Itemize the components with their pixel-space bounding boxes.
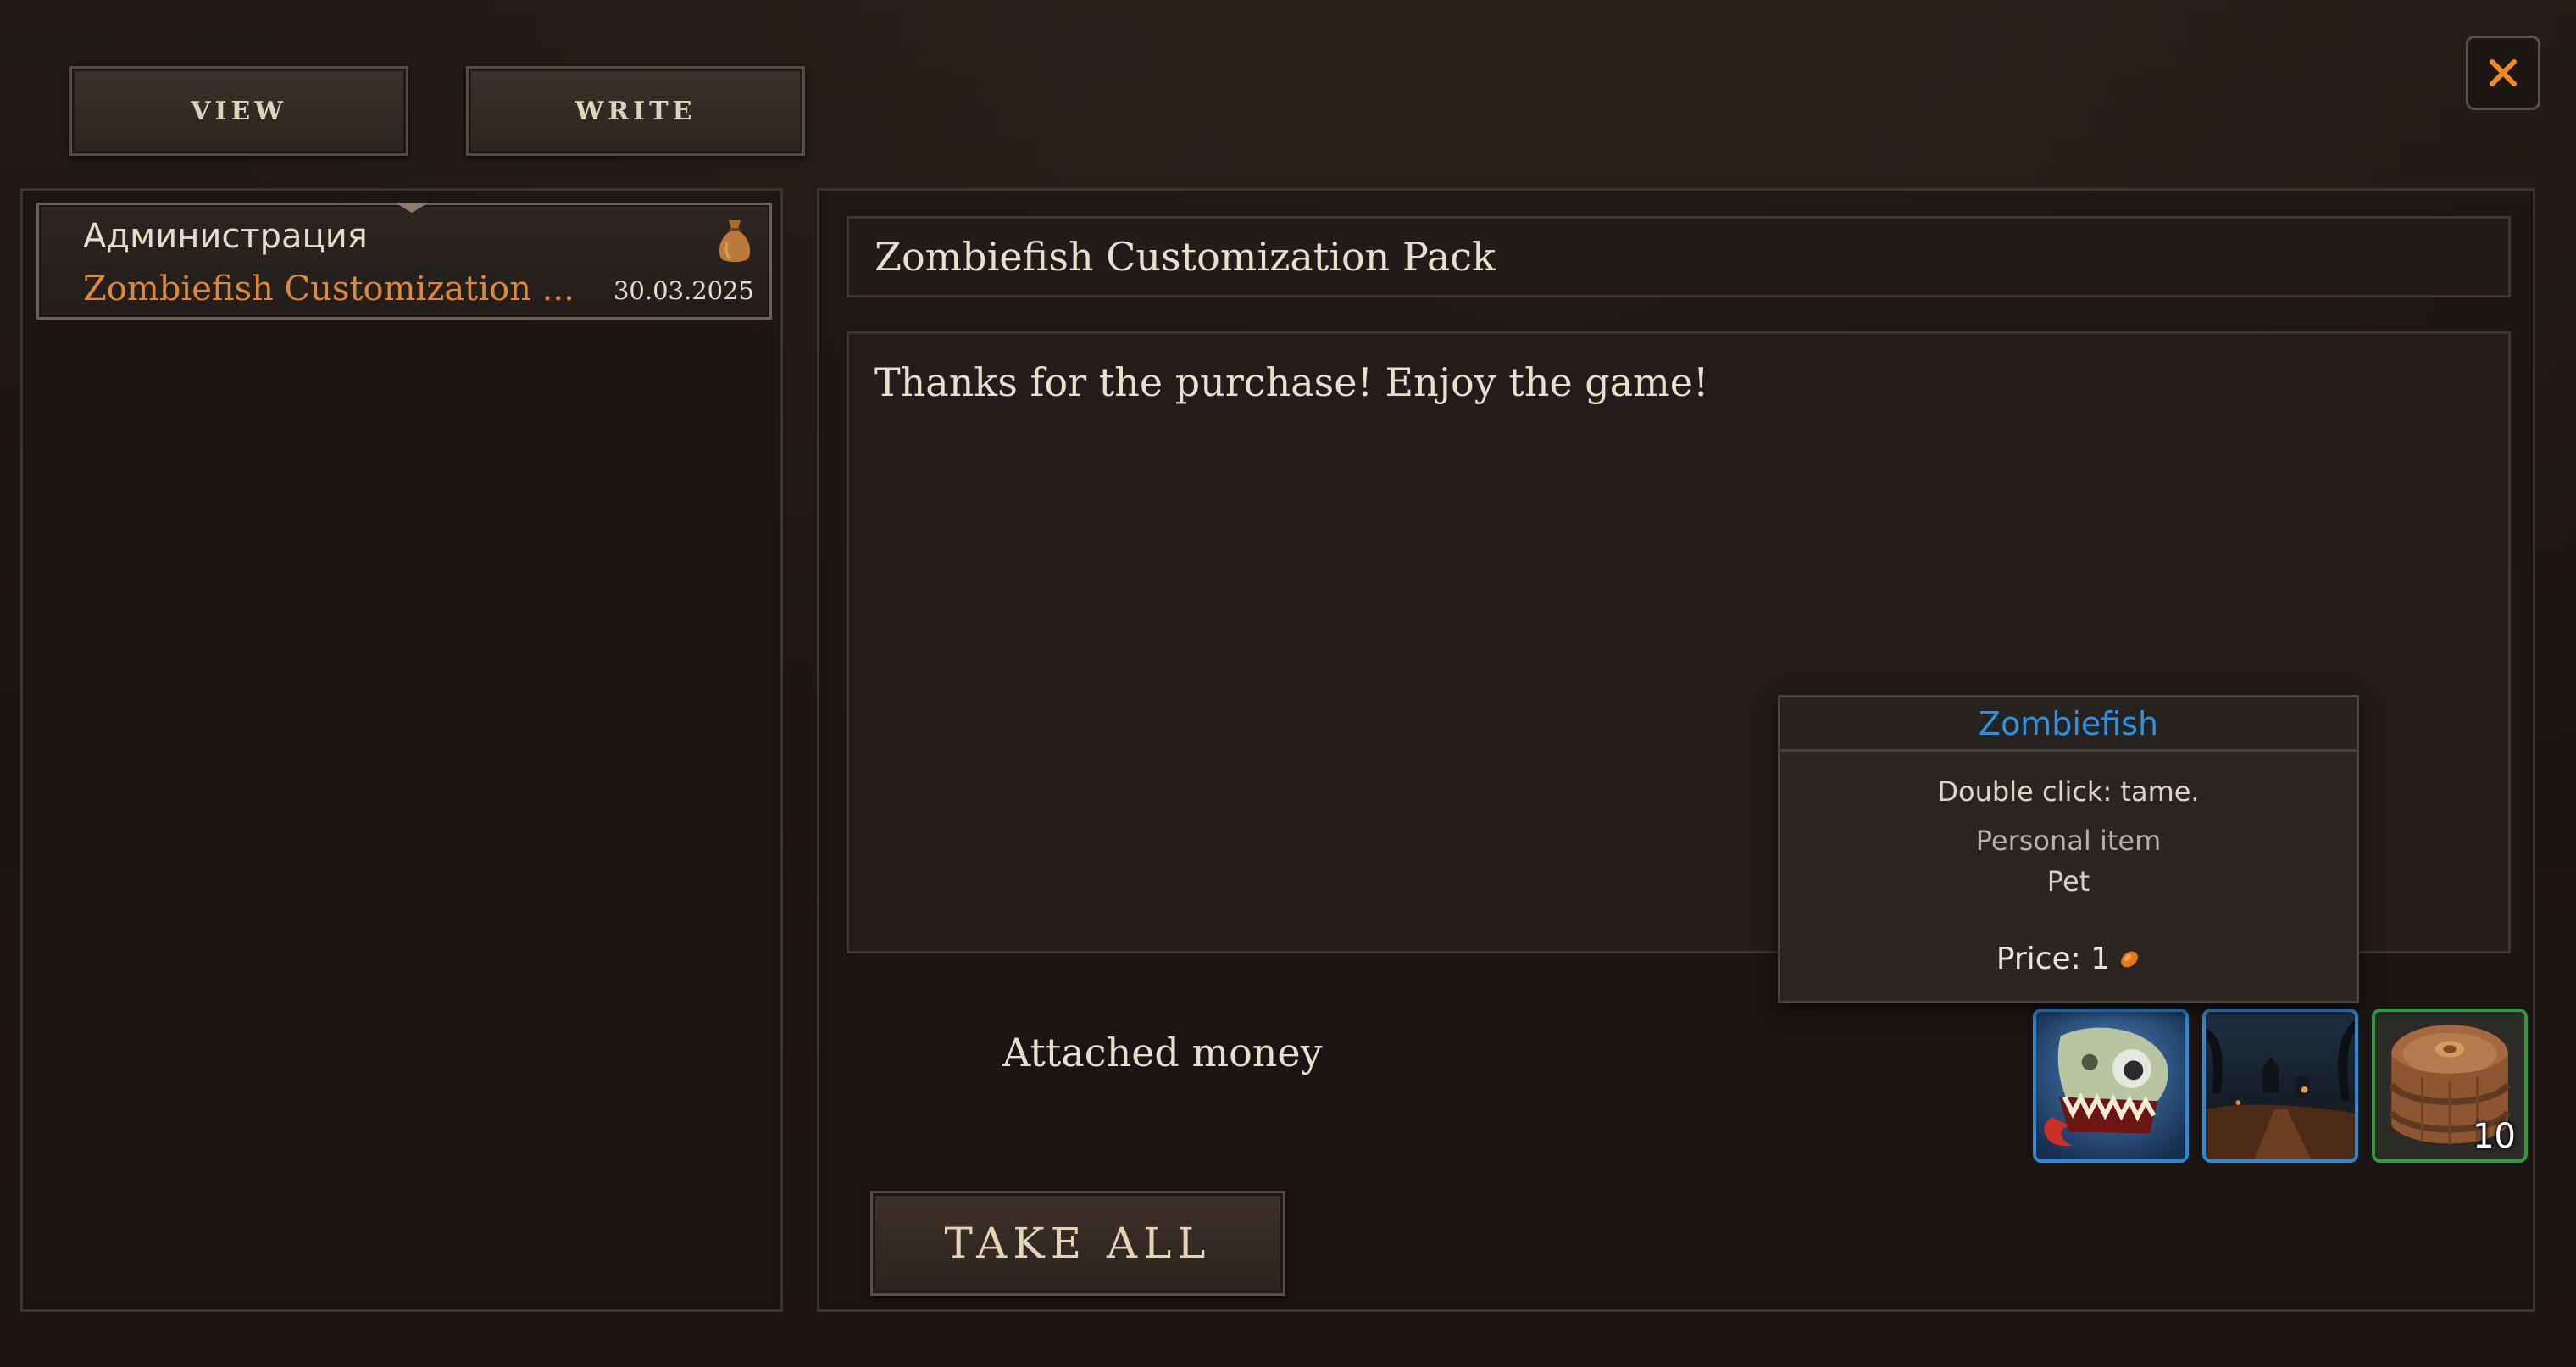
attachment-slot-barrel[interactable]: 10 <box>2372 1009 2528 1163</box>
close-icon <box>2490 59 2517 86</box>
attachment-slot-zombiefish[interactable] <box>2033 1009 2189 1163</box>
mail-sender: Администрация <box>83 217 368 256</box>
tooltip-action-text: Double click: tame. <box>1937 775 2200 808</box>
zombiefish-pet-icon <box>2036 1012 2185 1159</box>
take-all-button[interactable]: TAKE ALL <box>870 1191 1285 1296</box>
write-tab-button[interactable]: WRITE <box>466 66 805 156</box>
selection-notch-icon <box>395 203 429 213</box>
attached-money-label: Attached money <box>1002 1030 1323 1075</box>
item-tooltip: Zombiefish Double click: tame. Personal … <box>1778 695 2359 1003</box>
attachment-slot-graveyard[interactable] <box>2202 1009 2358 1163</box>
item-stack-count: 10 <box>2473 1117 2516 1156</box>
mail-list-item[interactable]: Администрация Zombiefish Customization .… <box>36 203 772 320</box>
mail-date: 30.03.2025 <box>613 276 754 305</box>
tooltip-price: Price: 1 <box>1780 942 2357 976</box>
mail-subject-preview: Zombiefish Customization ... <box>83 270 575 308</box>
coin-icon <box>2121 951 2139 967</box>
mail-window: VIEW WRITE Администрация Zombiefish Cust… <box>0 0 2576 1367</box>
mail-list-panel: Администрация Zombiefish Customization .… <box>20 188 783 1312</box>
graveyard-scene-icon <box>2206 1012 2355 1159</box>
tooltip-title: Zombiefish <box>1780 697 2357 752</box>
tooltip-personal-item: Personal item <box>1975 825 2162 857</box>
money-bag-icon <box>719 220 751 262</box>
view-tab-button[interactable]: VIEW <box>69 66 408 156</box>
tooltip-price-text: Price: 1 <box>1996 942 2111 976</box>
close-button[interactable] <box>2466 36 2540 110</box>
tooltip-item-type: Pet <box>2046 865 2090 897</box>
mail-subject-title: Zombiefish Customization Pack <box>847 216 2511 297</box>
